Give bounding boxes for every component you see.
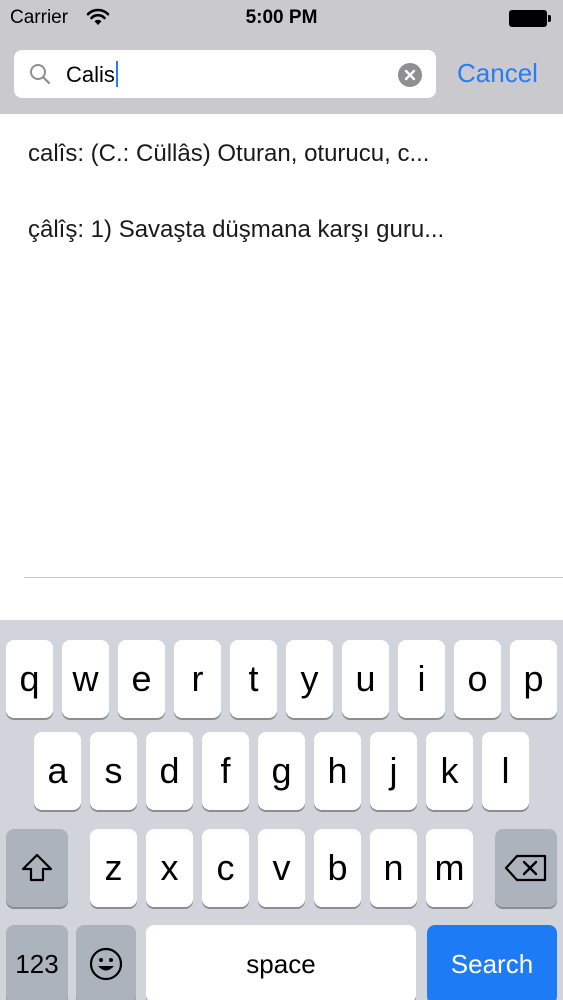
list-item[interactable]: çâlîş: 1) Savaşta düşmana karşı guru... bbox=[28, 216, 444, 244]
key-d[interactable]: d bbox=[146, 732, 193, 810]
key-m[interactable]: m bbox=[426, 829, 473, 907]
numbers-key-label: 123 bbox=[15, 948, 59, 979]
numbers-key[interactable]: 123 bbox=[6, 925, 68, 1000]
key-v[interactable]: v bbox=[258, 829, 305, 907]
key-q[interactable]: q bbox=[6, 640, 53, 718]
results-list: calîs: (C.: Cüllâs) Oturan, oturucu, c..… bbox=[0, 114, 563, 620]
search-input-value: Calis bbox=[66, 62, 115, 87]
battery-icon bbox=[509, 10, 551, 27]
space-key-label: space bbox=[246, 948, 316, 979]
cancel-button[interactable]: Cancel bbox=[457, 58, 538, 89]
key-p[interactable]: p bbox=[510, 640, 557, 718]
key-b[interactable]: b bbox=[314, 829, 361, 907]
key-a[interactable]: a bbox=[34, 732, 81, 810]
key-c[interactable]: c bbox=[202, 829, 249, 907]
text-caret bbox=[115, 61, 118, 87]
backspace-key[interactable] bbox=[495, 829, 557, 907]
key-h[interactable]: h bbox=[314, 732, 361, 810]
key-k[interactable]: k bbox=[426, 732, 473, 810]
key-w[interactable]: w bbox=[62, 640, 109, 718]
keyboard: q w e r t y u i o p a s d f g h j k l z … bbox=[0, 620, 563, 1000]
status-bar: Carrier 5:00 PM bbox=[0, 0, 563, 38]
search-key-label: Search bbox=[450, 948, 534, 979]
key-u[interactable]: u bbox=[342, 640, 389, 718]
key-t[interactable]: t bbox=[230, 640, 277, 718]
key-g[interactable]: g bbox=[258, 732, 305, 810]
emoji-key[interactable] bbox=[76, 925, 136, 1000]
key-r[interactable]: r bbox=[174, 640, 221, 718]
key-f[interactable]: f bbox=[202, 732, 249, 810]
clear-icon[interactable] bbox=[398, 63, 422, 87]
search-field[interactable]: Calis bbox=[14, 50, 436, 98]
key-z[interactable]: z bbox=[90, 829, 137, 907]
key-s[interactable]: s bbox=[90, 732, 137, 810]
search-input[interactable]: Calis bbox=[66, 61, 118, 88]
shift-key[interactable] bbox=[6, 829, 68, 907]
top-bar: Carrier 5:00 PM Calis Cancel bbox=[0, 0, 563, 114]
key-j[interactable]: j bbox=[370, 732, 417, 810]
key-e[interactable]: e bbox=[118, 640, 165, 718]
key-o[interactable]: o bbox=[454, 640, 501, 718]
backspace-icon bbox=[504, 854, 548, 882]
search-icon bbox=[28, 62, 52, 86]
key-i[interactable]: i bbox=[398, 640, 445, 718]
key-n[interactable]: n bbox=[370, 829, 417, 907]
shift-icon bbox=[20, 852, 54, 884]
emoji-icon bbox=[88, 946, 124, 982]
space-key[interactable]: space bbox=[146, 925, 416, 1000]
status-time: 5:00 PM bbox=[245, 7, 318, 28]
key-y[interactable]: y bbox=[286, 640, 333, 718]
key-x[interactable]: x bbox=[146, 829, 193, 907]
list-separator bbox=[24, 577, 563, 578]
list-item[interactable]: calîs: (C.: Cüllâs) Oturan, oturucu, c..… bbox=[28, 140, 429, 168]
key-l[interactable]: l bbox=[482, 732, 529, 810]
search-key[interactable]: Search bbox=[427, 925, 557, 1000]
